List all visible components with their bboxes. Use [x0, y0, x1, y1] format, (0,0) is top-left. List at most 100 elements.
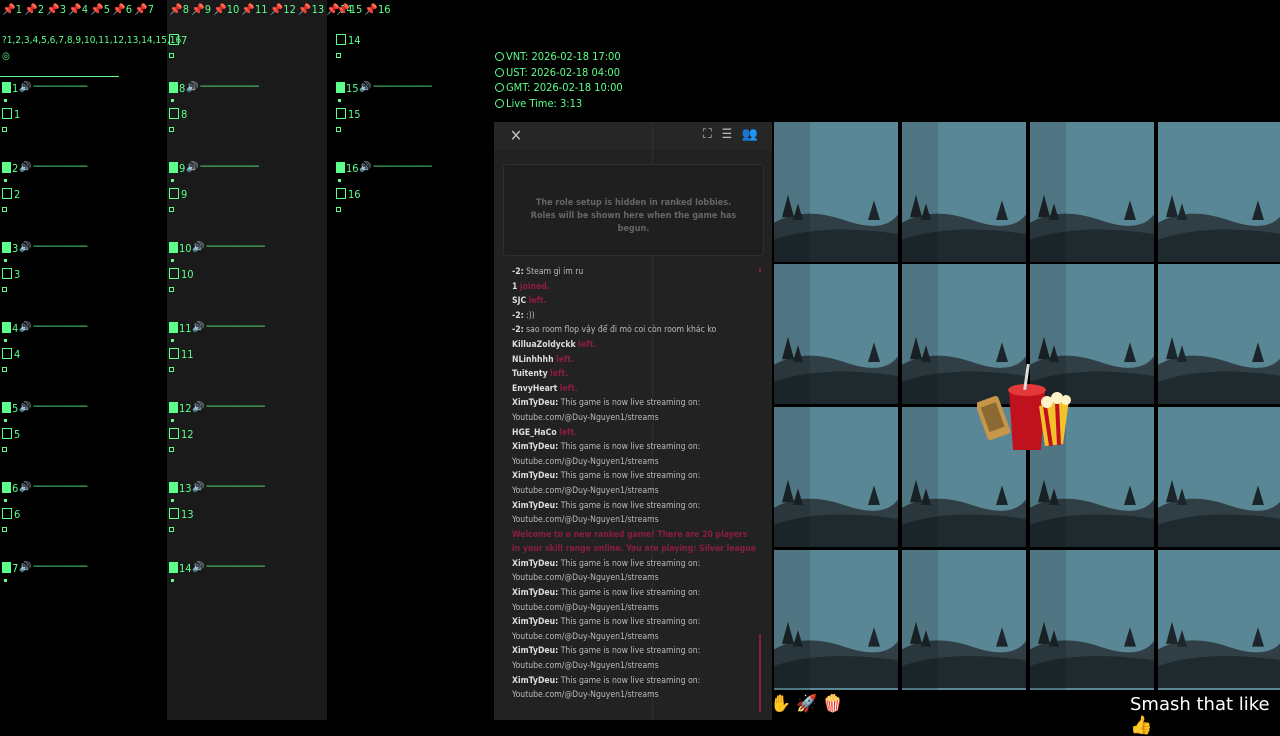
pin-item[interactable]: 📌4 — [68, 3, 88, 16]
checkbox[interactable] — [2, 268, 12, 279]
speaker-icon[interactable]: 🔊 — [186, 82, 198, 93]
speaker-icon[interactable]: 🔊 — [19, 482, 31, 493]
checkbox[interactable] — [169, 34, 179, 45]
pin-item[interactable]: 📌9 — [191, 3, 211, 16]
speaker-icon[interactable]: 🔊 — [19, 402, 31, 413]
pin-item[interactable]: 📌3 — [46, 3, 66, 16]
checkbox[interactable] — [169, 188, 179, 199]
speaker-icon[interactable]: 🔊 — [192, 322, 204, 333]
slot-indicator — [2, 82, 11, 93]
player-slot[interactable]: 16 🔊 -------------------------- 16 — [334, 161, 494, 242]
player-slot[interactable]: 2 🔊 ------------------------ 2 — [0, 161, 160, 242]
player-slot[interactable]: 15 🔊 -------------------------- 15 — [334, 81, 494, 162]
checkbox[interactable] — [169, 508, 179, 519]
player-slot[interactable]: 9 🔊 -------------------------- 9 — [167, 161, 327, 242]
pin-row: 📌15 📌16 — [336, 3, 393, 16]
checkbox[interactable] — [336, 108, 346, 119]
checkbox[interactable] — [336, 34, 346, 45]
pin-item[interactable]: 📌7 — [134, 3, 154, 16]
pin-item[interactable]: 📌13 — [298, 3, 324, 16]
slot-number: 10 — [179, 242, 192, 255]
chat-message: XimTyDeu: This game is now live streamin… — [512, 558, 701, 584]
speaker-icon[interactable]: 🔊 — [19, 82, 31, 93]
chat-message: XimTyDeu: This game is now live streamin… — [512, 675, 701, 701]
speaker-icon[interactable]: 🔊 — [19, 162, 31, 173]
speaker-icon[interactable]: 🔊 — [192, 242, 204, 253]
hand-icon[interactable]: ✋ — [770, 694, 791, 714]
checkbox[interactable] — [2, 188, 12, 199]
close-icon[interactable]: ✕ — [510, 126, 522, 145]
pin-item[interactable]: 📌5 — [90, 3, 110, 16]
chat-message: -2: sao room flop vậy để đi mò coi còn r… — [512, 325, 717, 336]
player-slot[interactable]: 14 🔊 -------------------------- — [167, 561, 327, 642]
speaker-icon[interactable]: 🔊 — [192, 562, 204, 573]
scrollbar[interactable] — [759, 634, 761, 712]
slot-dashes: ------------------------ — [33, 321, 88, 332]
popcorn-icon[interactable]: 🍿 — [822, 694, 843, 714]
slot-indicator — [169, 482, 178, 493]
pin-item[interactable]: 📌8 — [169, 3, 189, 16]
marker — [2, 287, 7, 292]
speaker-icon[interactable]: 🔊 — [19, 562, 31, 573]
speaker-icon[interactable]: 🔊 — [186, 162, 198, 173]
player-tile[interactable] — [1158, 264, 1280, 404]
pin-item[interactable]: 📌1 — [2, 3, 22, 16]
checkbox[interactable] — [2, 508, 12, 519]
checkbox[interactable] — [2, 108, 12, 119]
slot-number: 14 — [179, 562, 192, 575]
tile-shade — [774, 122, 810, 690]
player-slot[interactable]: 11 🔊 -------------------------- 11 — [167, 321, 327, 402]
player-slot[interactable]: 6 🔊 ------------------------ 6 — [0, 481, 160, 562]
chat-message: -2: :)) — [512, 310, 535, 321]
player-tile[interactable] — [1158, 407, 1280, 547]
speaker-icon[interactable]: 🔊 — [359, 82, 371, 93]
player-slot[interactable]: 7 🔊 ------------------------ — [0, 561, 160, 642]
slot-indicator — [169, 162, 178, 173]
player-tile[interactable] — [1158, 122, 1280, 262]
expand-icon[interactable]: ⛶ — [703, 127, 712, 142]
player-slot[interactable]: 3 🔊 ------------------------ 3 — [0, 241, 160, 322]
checkbox[interactable] — [169, 108, 179, 119]
marker — [336, 127, 341, 132]
pin-item[interactable]: 📌10 — [213, 3, 239, 16]
rocket-icon[interactable]: 🚀 — [796, 694, 817, 714]
marker — [169, 53, 174, 58]
player-slot[interactable]: 12 🔊 -------------------------- 12 — [167, 401, 327, 482]
speaker-icon[interactable]: 🔊 — [19, 322, 31, 333]
checkbox[interactable] — [169, 428, 179, 439]
pin-item[interactable]: 📌16 — [364, 3, 390, 16]
list-icon[interactable]: ☰ — [722, 127, 733, 142]
chat-event: EnvyHeart left. — [512, 383, 578, 394]
speaker-icon[interactable]: 🔊 — [359, 162, 371, 173]
pin-item[interactable]: 📌11 — [241, 3, 267, 16]
checkbox[interactable] — [2, 428, 12, 439]
marker — [2, 207, 7, 212]
slot-number: 12 — [179, 402, 192, 415]
checkbox[interactable] — [2, 348, 12, 359]
slot-number: 1 — [12, 82, 19, 95]
player-slot[interactable]: 1 🔊 ------------------------ 1 — [0, 81, 160, 162]
checkbox[interactable] — [169, 348, 179, 359]
marker — [336, 53, 341, 58]
speaker-icon[interactable]: 🔊 — [19, 242, 31, 253]
pin-item[interactable]: 📌12 — [270, 3, 296, 16]
players-icon[interactable]: 👥 — [742, 127, 758, 142]
pin-item[interactable]: 📌2 — [24, 3, 44, 16]
marker — [4, 419, 7, 422]
player-tile[interactable] — [1158, 550, 1280, 690]
settings-icon[interactable]: ◎ — [2, 51, 10, 62]
player-slot[interactable]: 4 🔊 ------------------------ 4 — [0, 321, 160, 402]
player-slot[interactable]: 13 🔊 -------------------------- 13 — [167, 481, 327, 562]
player-slot[interactable]: 8 🔊 -------------------------- 8 — [167, 81, 327, 162]
player-slot[interactable]: 5 🔊 ------------------------ 5 — [0, 401, 160, 482]
slot-indicator — [2, 482, 11, 493]
checkbox[interactable] — [336, 188, 346, 199]
slot-dashes: ------------------------ — [33, 161, 88, 172]
speaker-icon[interactable]: 🔊 — [192, 402, 204, 413]
speaker-icon[interactable]: 🔊 — [192, 482, 204, 493]
pin-item[interactable]: 📌15 — [336, 3, 362, 16]
pin-item[interactable]: 📌6 — [112, 3, 132, 16]
player-slot[interactable]: 10 🔊 -------------------------- 10 — [167, 241, 327, 322]
checkbox[interactable] — [169, 268, 179, 279]
marker — [169, 127, 174, 132]
